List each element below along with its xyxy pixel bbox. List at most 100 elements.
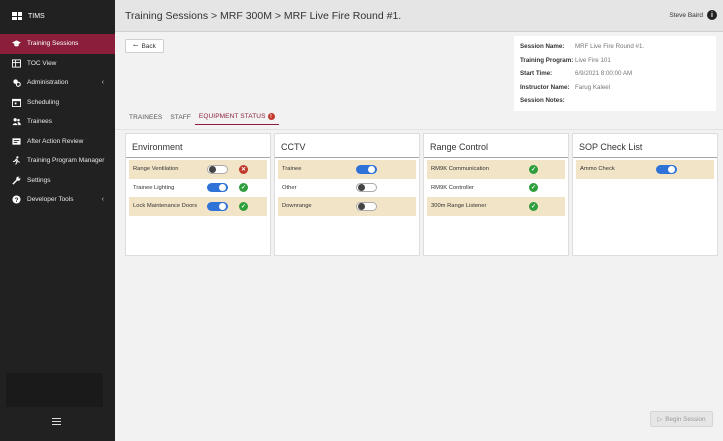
toggle-switch[interactable] xyxy=(207,164,228,174)
info-label: Start Time: xyxy=(520,70,553,78)
app-brand[interactable]: TIMS xyxy=(0,0,115,32)
item-label: RM9K Communication xyxy=(431,166,489,173)
graduation-cap-icon xyxy=(12,39,21,48)
error-x-icon: ✕ xyxy=(239,164,248,174)
list-item: Ammo Check xyxy=(576,160,714,179)
sidebar-item-label: Developer Tools xyxy=(27,196,74,204)
item-label: RM9K Controller xyxy=(431,184,474,191)
info-row-training-program: Training Program: Live Fire 101 xyxy=(520,54,710,68)
card-environment: Environment Range Ventilation ✕ Trainee … xyxy=(126,134,270,255)
sidebar-item-label: Training Sessions xyxy=(27,40,79,48)
chevron-left-icon: ‹ xyxy=(101,79,104,87)
sidebar-item-label: Trainees xyxy=(27,118,53,126)
hamburger-menu-icon[interactable] xyxy=(52,418,61,425)
card-title: SOP Check List xyxy=(573,134,717,158)
chevron-left-icon: ‹ xyxy=(101,196,104,204)
item-label: 300m Range Listener xyxy=(431,203,487,210)
user-name: Steve Baird xyxy=(669,11,703,19)
grid-logo-icon xyxy=(12,12,22,20)
list-item: RM9K Communication ✓ xyxy=(427,160,565,179)
admin-gear-icon xyxy=(12,78,21,88)
svg-text:?: ? xyxy=(15,197,19,204)
user-info-icon: i xyxy=(707,10,717,20)
tab-divider xyxy=(115,129,723,130)
users-icon xyxy=(12,117,21,126)
item-label: Trainee Lighting xyxy=(133,184,175,191)
wrench-icon xyxy=(12,176,21,185)
item-label: Trainee xyxy=(282,166,302,173)
toggle-switch[interactable] xyxy=(207,183,228,193)
tab-trainees[interactable]: TRAINEES xyxy=(125,109,166,125)
check-circle-icon: ✓ xyxy=(529,183,538,193)
info-label: Instructor Name: xyxy=(520,83,570,91)
list-item: Lock Maintenance Doors ✓ xyxy=(129,197,267,216)
item-label: Range Ventilation xyxy=(133,166,179,173)
sidebar-item-toc-view[interactable]: TOC View xyxy=(0,54,115,74)
sidebar-item-trainees[interactable]: Trainees xyxy=(0,112,115,132)
tab-label: EQUIPMENT STATUS xyxy=(198,113,266,120)
card-cctv: CCTV Trainee Other Downrange xyxy=(275,134,419,255)
list-item: 300m Range Listener ✓ xyxy=(427,197,565,216)
tab-staff[interactable]: STAFF xyxy=(166,109,195,125)
back-arrow-icon: ↼ xyxy=(133,43,139,50)
check-circle-icon: ✓ xyxy=(239,183,248,193)
info-label: Session Name: xyxy=(520,43,565,51)
back-button[interactable]: ↼ Back xyxy=(125,39,164,53)
list-item: Trainee xyxy=(278,160,416,179)
card-range-control: Range Control RM9K Communication ✓ RM9K … xyxy=(424,134,568,255)
sidebar-item-administration[interactable]: Administration ‹ xyxy=(0,73,115,93)
info-value: MRF Live Fire Round #1. xyxy=(575,43,645,51)
sidebar-item-developer-tools[interactable]: ? Developer Tools ‹ xyxy=(0,190,115,210)
item-label: Lock Maintenance Doors xyxy=(133,203,198,210)
runner-icon xyxy=(12,156,21,166)
sidebar-panel xyxy=(6,373,103,407)
sidebar-item-training-sessions[interactable]: Training Sessions xyxy=(0,34,115,54)
calendar-icon xyxy=(12,98,21,107)
begin-label: Begin Session xyxy=(665,415,706,423)
sidebar-item-training-program-manager[interactable]: Training Program Manager xyxy=(0,151,115,171)
tab-equipment-status[interactable]: EQUIPMENT STATUS ! xyxy=(194,109,279,125)
question-icon: ? xyxy=(12,195,21,204)
info-label: Training Program: xyxy=(520,56,574,64)
sidebar-item-scheduling[interactable]: Scheduling xyxy=(0,93,115,113)
sidebar: TIMS Training Sessions TOC View Administ… xyxy=(0,0,115,441)
card-title: Environment xyxy=(126,134,270,158)
toggle-switch[interactable] xyxy=(356,164,377,174)
sidebar-item-label: Administration xyxy=(27,79,69,87)
check-circle-icon: ✓ xyxy=(529,201,538,211)
info-value: Live Fire 101 xyxy=(575,56,611,64)
card-title: CCTV xyxy=(275,134,419,158)
info-label: Session Notes: xyxy=(520,97,565,105)
back-label: Back xyxy=(141,42,156,50)
equipment-cards: Environment Range Ventilation ✕ Trainee … xyxy=(126,134,717,255)
session-tabs: TRAINEES STAFF EQUIPMENT STATUS ! xyxy=(125,109,279,125)
toggle-switch[interactable] xyxy=(356,183,377,193)
info-value: Farug Kaleel xyxy=(575,83,611,91)
breadcrumb: Training Sessions > MRF 300M > MRF Live … xyxy=(125,9,402,22)
list-item: Other xyxy=(278,179,416,198)
sidebar-item-after-action-review[interactable]: After Action Review xyxy=(0,132,115,152)
top-bar: Training Sessions > MRF 300M > MRF Live … xyxy=(115,0,723,32)
begin-session-button[interactable]: ▷ Begin Session xyxy=(650,411,713,427)
sidebar-item-label: Settings xyxy=(27,176,51,184)
sidebar-nav: Training Sessions TOC View Administratio… xyxy=(0,34,115,210)
info-value: 6/9/2021 8:00:00 AM xyxy=(575,70,633,78)
sidebar-item-label: Scheduling xyxy=(27,98,60,106)
toggle-switch[interactable] xyxy=(656,164,677,174)
check-circle-icon: ✓ xyxy=(239,201,248,211)
info-row-instructor-name: Instructor Name: Farug Kaleel xyxy=(520,81,710,95)
list-item: Range Ventilation ✕ xyxy=(129,160,267,179)
card-title: Range Control xyxy=(424,134,568,158)
toggle-switch[interactable] xyxy=(356,201,377,211)
sidebar-item-settings[interactable]: Settings xyxy=(0,171,115,191)
main-content: ↼ Back Session Name: MRF Live Fire Round… xyxy=(115,33,723,441)
app-name: TIMS xyxy=(28,12,45,20)
session-info-panel: Session Name: MRF Live Fire Round #1. Tr… xyxy=(514,36,716,111)
sidebar-item-label: Training Program Manager xyxy=(27,157,105,165)
user-menu[interactable]: Steve Baird i xyxy=(669,10,717,20)
toggle-switch[interactable] xyxy=(207,201,228,211)
item-label: Downrange xyxy=(282,203,312,210)
list-item: RM9K Controller ✓ xyxy=(427,179,565,198)
alert-badge-icon: ! xyxy=(267,113,275,120)
sidebar-item-label: TOC View xyxy=(27,59,57,67)
